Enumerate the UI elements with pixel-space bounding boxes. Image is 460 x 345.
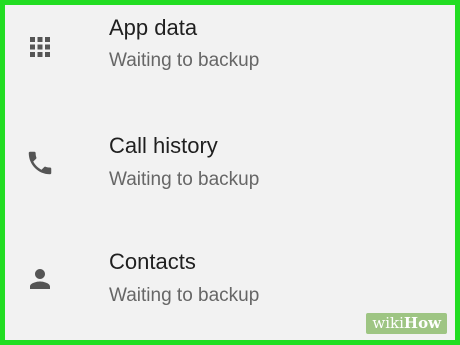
phone-icon [25,148,55,178]
wikihow-watermark: wikiHow [366,313,447,334]
item-title: Call history [109,133,218,158]
list-item-app-data[interactable]: App data Waiting to backup [5,5,455,105]
list-item-call-history[interactable]: Call history Waiting to backup [5,121,455,221]
item-status: Waiting to backup [109,285,260,306]
item-title: Contacts [109,249,196,274]
screenshot-frame: App data Waiting to backup Call history … [0,0,460,345]
watermark-prefix: wiki [372,314,404,332]
person-icon [25,264,55,294]
watermark-suffix: How [403,314,441,332]
item-status: Waiting to backup [109,50,260,71]
item-status: Waiting to backup [109,169,260,190]
apps-grid-icon [25,32,55,62]
backup-list: App data Waiting to backup Call history … [5,5,455,340]
item-title: App data [109,15,198,40]
